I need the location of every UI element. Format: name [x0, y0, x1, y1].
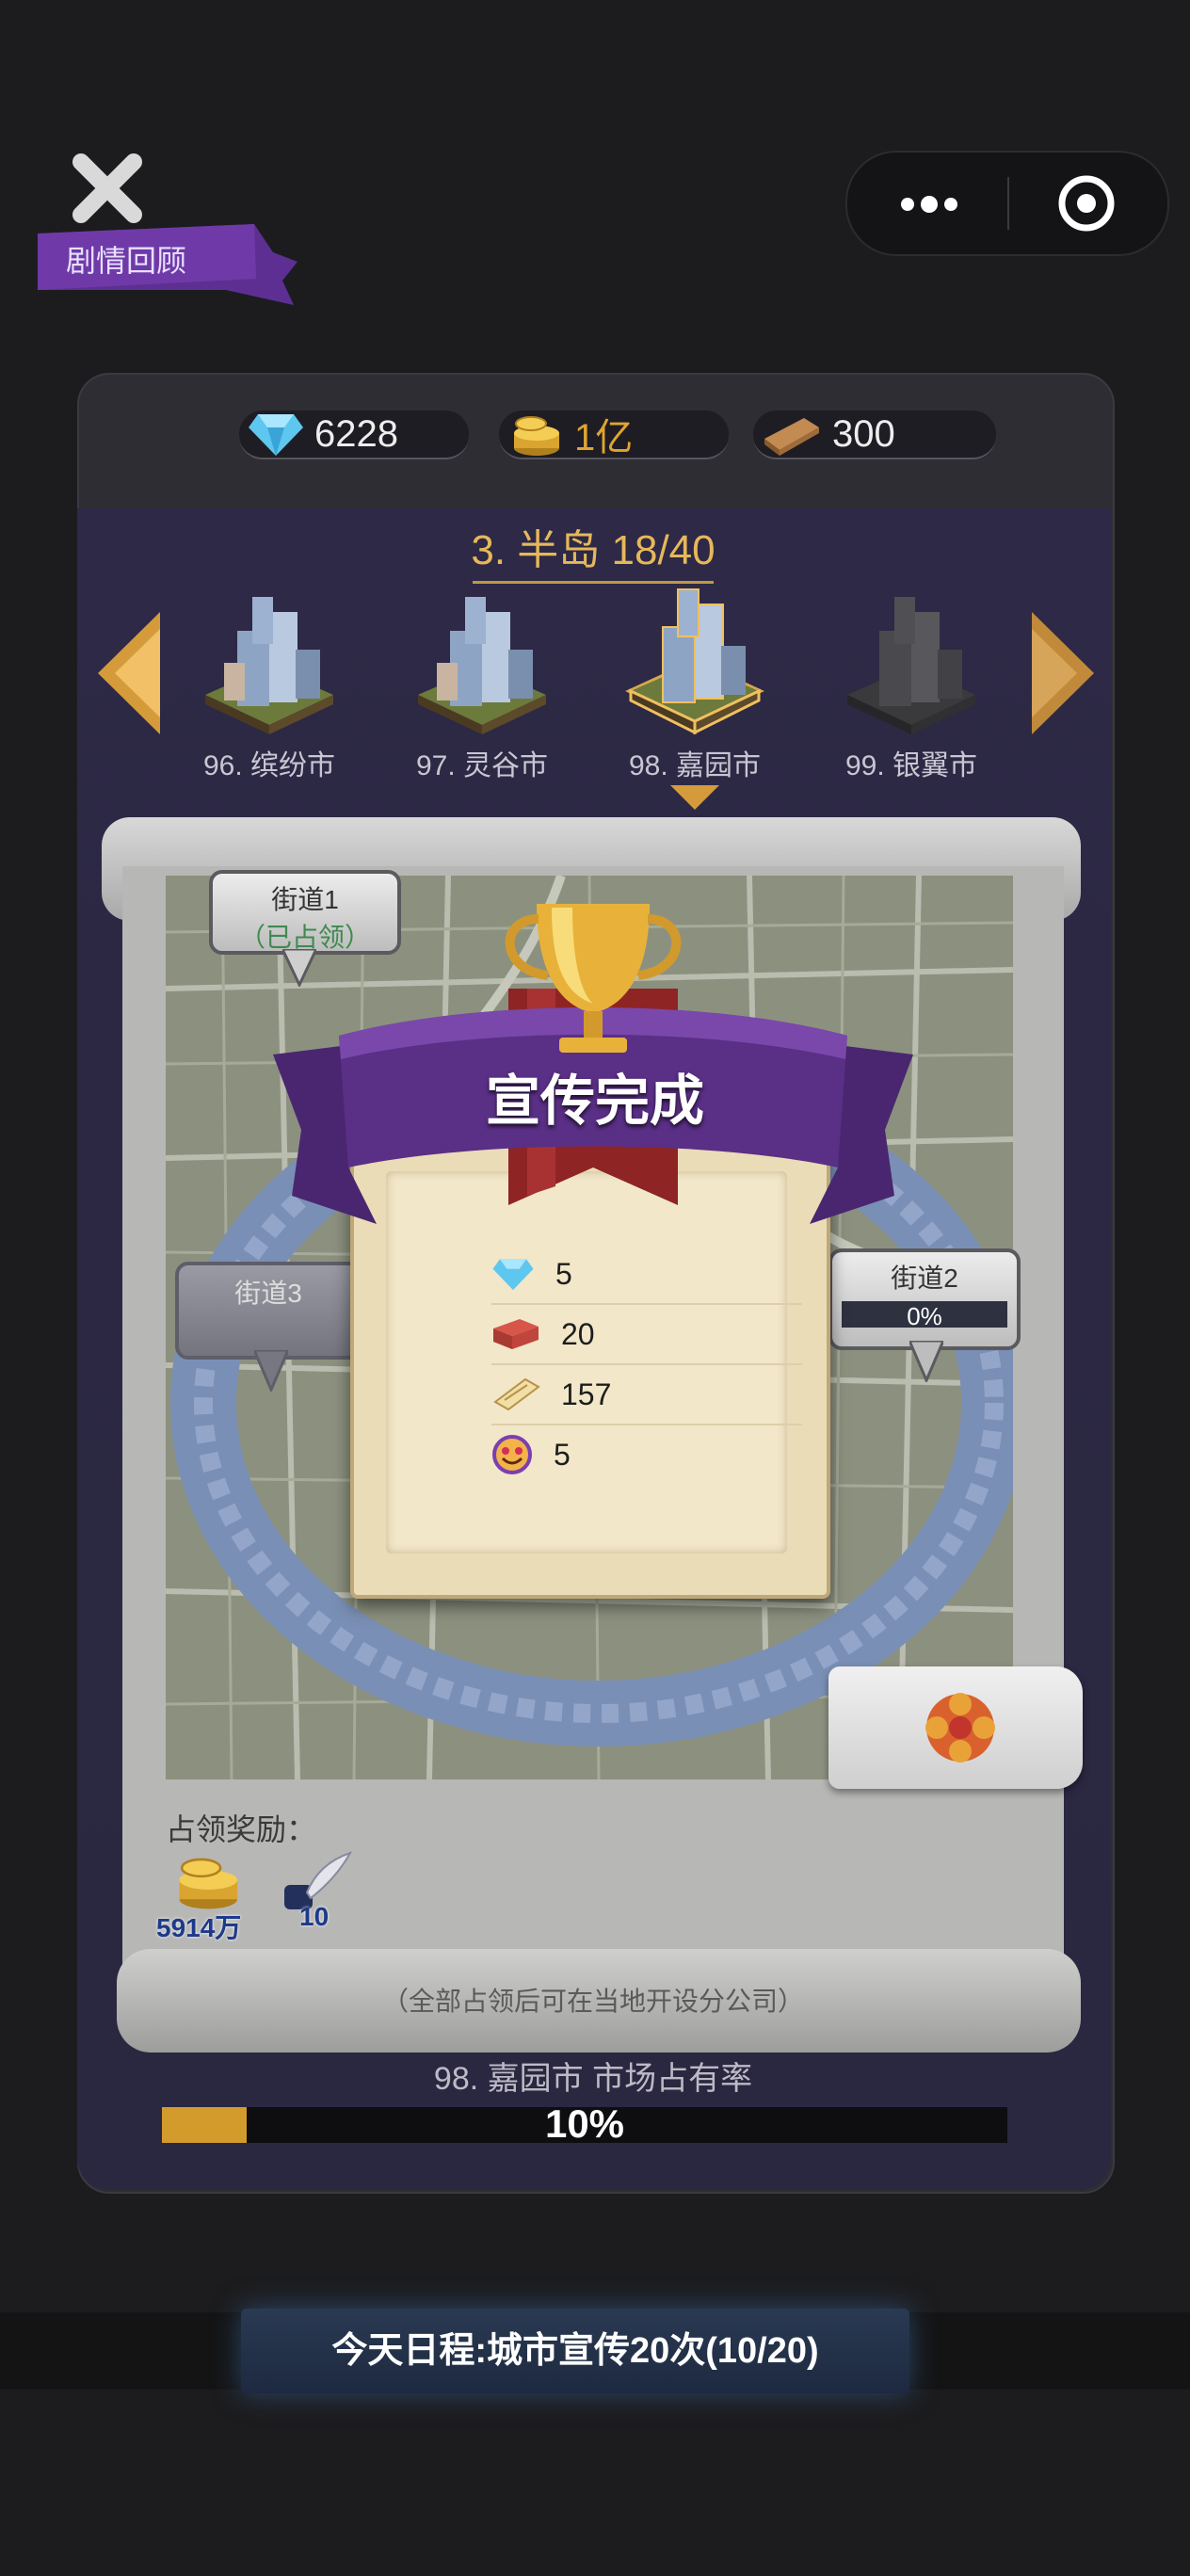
city-item-98-selected[interactable]: 98. 嘉园市 — [601, 580, 789, 812]
city-item-96[interactable]: 96. 缤纷市 — [175, 584, 363, 783]
reward-value: 5 — [554, 1437, 571, 1472]
diamond-value: 6228 — [314, 412, 398, 455]
diamond-icon — [492, 1259, 534, 1291]
capsule-divider — [1007, 177, 1009, 230]
reward-row-ticket: 157 — [491, 1365, 802, 1425]
popup-title: 宣传完成 — [485, 1071, 704, 1132]
story-review-button[interactable]: 剧情回顾 — [38, 224, 301, 309]
more-dots-icon — [901, 196, 957, 213]
brick-icon — [493, 1319, 539, 1349]
market-share-label: 98. 嘉园市 市场占有率 — [433, 2061, 753, 2097]
record-target-icon — [1058, 175, 1115, 232]
reward-value: 5 — [555, 1256, 572, 1291]
occupy-bonus-label: 占领奖励： — [166, 1812, 317, 1846]
next-region-button[interactable] — [1026, 612, 1098, 739]
diamond-icon — [249, 414, 303, 456]
company-emblem-icon — [925, 1693, 995, 1763]
city-label: 99. 银翼市 — [844, 750, 978, 781]
bonus-ink-value: 10 — [299, 1902, 330, 1931]
exit-button[interactable] — [1056, 173, 1117, 238]
street2-progress-bar: 0% — [842, 1301, 1007, 1330]
prev-region-button[interactable] — [94, 612, 166, 739]
city-buildings-locked-icon — [847, 597, 975, 734]
gold-coins-icon — [514, 416, 559, 456]
street2-progress-text: 0% — [907, 1302, 942, 1330]
smiley-icon — [492, 1435, 532, 1474]
selected-marker-icon — [670, 785, 719, 810]
material-value: 300 — [832, 412, 895, 455]
bonus-gold: 5914万 — [156, 1851, 260, 1945]
city-buildings-icon — [625, 588, 764, 734]
story-review-label: 剧情回顾 — [66, 244, 187, 278]
city-item-99-locked[interactable]: 99. 银翼市 — [817, 584, 1005, 783]
close-button[interactable] — [70, 151, 145, 226]
gold-value: 1亿 — [574, 417, 634, 459]
arrow-right-icon — [1032, 612, 1094, 734]
close-icon — [72, 153, 142, 223]
gold-counter: 1亿 — [499, 411, 729, 459]
material-counter: 300 — [753, 411, 996, 459]
branch-footnote: （全部占领后可在当地开设分公司） — [381, 1987, 804, 2016]
bonus-gold-value: 5914万 — [156, 1913, 242, 1942]
city-item-97[interactable]: 97. 灵谷市 — [388, 584, 576, 783]
gold-coins-icon — [179, 1858, 237, 1909]
region-title: 3. 半岛 18/40 — [358, 516, 828, 584]
reward-row-brick: 20 — [491, 1305, 802, 1365]
miniprogram-capsule — [845, 151, 1169, 256]
street3-pointer — [254, 1350, 288, 1392]
city-buildings-icon — [205, 597, 333, 734]
daily-schedule-button[interactable]: 今天日程:城市宣传20次(10/20) — [241, 2309, 909, 2393]
reward-row-diamond: 5 — [491, 1245, 802, 1305]
city-label: 96. 缤纷市 — [202, 750, 336, 781]
city-label: 98. 嘉园市 — [628, 750, 762, 781]
ticket-icon — [493, 1377, 540, 1411]
reward-value: 157 — [561, 1377, 612, 1411]
city-label: 97. 灵谷市 — [415, 750, 549, 781]
city-buildings-icon — [418, 597, 546, 734]
region-title-text: 3. 半岛 18/40 — [471, 527, 716, 573]
street2-pointer — [909, 1341, 943, 1382]
more-button[interactable] — [896, 181, 962, 233]
market-share-value: 10% — [544, 2101, 625, 2146]
reward-value: 20 — [561, 1316, 595, 1351]
diamond-counter: 6228 — [239, 411, 469, 459]
plank-icon — [764, 418, 819, 456]
company-flag[interactable] — [828, 1666, 1083, 1789]
bonus-ink: 10 — [279, 1851, 363, 1945]
reward-row-smiley: 5 — [491, 1425, 802, 1484]
arrow-left-icon — [98, 612, 160, 734]
